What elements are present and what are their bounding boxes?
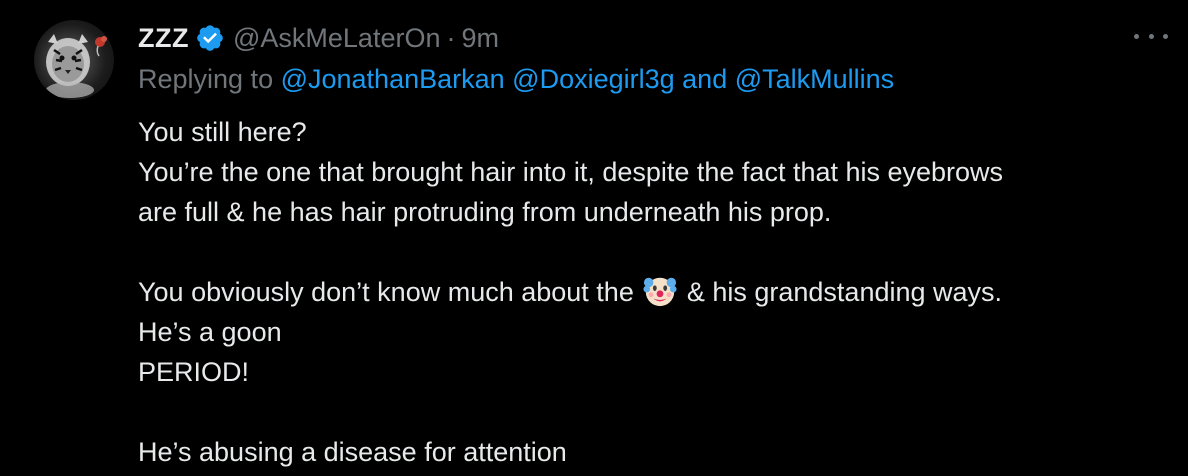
tweet-text-segment: You obviously don’t know much about the xyxy=(138,277,642,307)
separator-dot: · xyxy=(446,22,456,53)
tweet-line: He’s abusing a disease for attention xyxy=(138,437,567,467)
mention-link[interactable]: @Doxiegirl3g xyxy=(512,64,674,94)
display-name[interactable]: ZZZ xyxy=(138,23,189,54)
user-handle[interactable]: @AskMeLaterOn xyxy=(233,23,440,54)
mention-link[interactable]: @JonathanBarkan xyxy=(281,64,505,94)
timestamp[interactable]: 9m xyxy=(461,23,499,54)
avatar[interactable] xyxy=(34,20,114,100)
tweet-line: You’re the one that brought hair into it… xyxy=(138,157,1004,187)
tiger-avatar-icon xyxy=(46,34,107,98)
mention-and[interactable]: and xyxy=(675,64,735,94)
mention-link[interactable]: @TalkMullins xyxy=(735,64,894,94)
tweet-line: You still here? xyxy=(138,117,307,147)
tweet-text-segment: & his grandstanding ways. xyxy=(679,277,1003,307)
replying-to-label: Replying to xyxy=(138,64,281,94)
tweet-line: PERIOD! xyxy=(138,357,250,387)
tweet-line: He’s a goon xyxy=(138,317,282,347)
replying-to: Replying to @JonathanBarkan @Doxiegirl3g… xyxy=(138,64,894,95)
more-dot xyxy=(1134,33,1139,39)
tweet-text: You still here? You’re the one that brou… xyxy=(138,112,1168,472)
more-dot xyxy=(1163,33,1168,39)
tweet-header: ZZZ @AskMeLaterOn · 9m xyxy=(138,20,499,56)
tweet-line: You obviously don’t know much about the … xyxy=(138,272,1168,312)
tweet-line: are full & he has hair protruding from u… xyxy=(138,197,832,227)
clown-face-emoji-icon xyxy=(643,277,677,307)
more-dot xyxy=(1148,33,1154,39)
more-options-icon[interactable] xyxy=(1134,30,1168,42)
verified-badge-icon[interactable] xyxy=(195,23,225,53)
tweet[interactable]: ZZZ @AskMeLaterOn · 9m Replying to @Jona… xyxy=(0,0,1188,476)
